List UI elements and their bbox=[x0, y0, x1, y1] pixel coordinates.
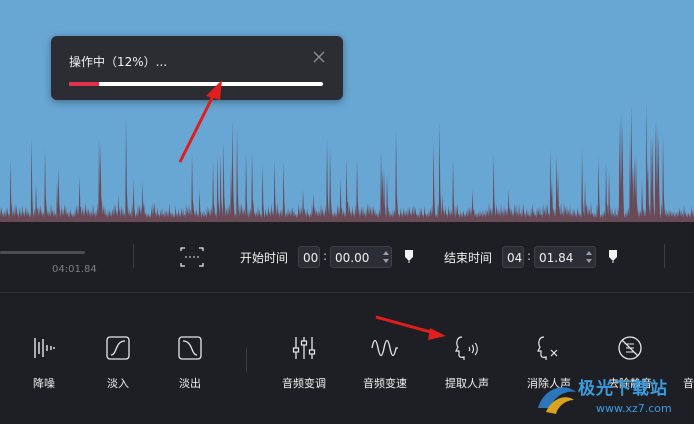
tool-label: 淡出 bbox=[179, 377, 201, 390]
separator bbox=[664, 244, 665, 268]
waveform-area[interactable] bbox=[0, 0, 694, 222]
seek-track[interactable] bbox=[0, 251, 85, 254]
watermark-url: www.xz7.com bbox=[596, 402, 672, 415]
waveform bbox=[0, 101, 694, 222]
tool-fade-out[interactable]: 淡出 bbox=[150, 293, 230, 424]
progress-bar bbox=[69, 82, 323, 86]
speed-wave-icon bbox=[371, 339, 398, 357]
start-time-label: 开始时间 bbox=[240, 251, 289, 265]
remove-voice-icon bbox=[537, 336, 558, 360]
remove-silence-icon bbox=[618, 336, 642, 360]
start-stepper-icon[interactable] bbox=[382, 248, 390, 266]
separator bbox=[246, 348, 247, 372]
waveform-peaks bbox=[0, 101, 694, 222]
tool-label: 淡入 bbox=[107, 377, 129, 390]
timeline-bar: 04:01.84 开始时间 00 : 00.00 结束时间 04 : 01.84 bbox=[0, 222, 694, 293]
tool-denoise[interactable]: 降噪 bbox=[4, 293, 84, 424]
watermark-text: 极光下载站 bbox=[578, 379, 668, 399]
end-minute-input[interactable]: 04 bbox=[502, 246, 524, 268]
progress-dialog: 操作中（12%）... bbox=[51, 36, 343, 100]
selection-range-icon[interactable] bbox=[180, 247, 204, 267]
tool-label: 提取人声 bbox=[445, 377, 489, 390]
tool-extract-voice[interactable]: 提取人声 bbox=[427, 293, 507, 424]
tool-label: 音频变速 bbox=[363, 377, 407, 390]
extract-voice-icon bbox=[455, 336, 478, 360]
end-time-label: 结束时间 bbox=[444, 251, 493, 265]
progress-fill bbox=[69, 82, 100, 86]
pitch-sliders-icon bbox=[292, 337, 316, 359]
tool-pitch[interactable]: 音频变调 bbox=[264, 293, 344, 424]
separator bbox=[133, 244, 134, 268]
progress-title: 操作中（12%）... bbox=[69, 55, 168, 69]
end-marker-icon[interactable] bbox=[608, 249, 618, 263]
tool-fade-in[interactable]: 淡入 bbox=[78, 293, 158, 424]
fade-in-icon bbox=[106, 336, 130, 360]
close-icon[interactable] bbox=[312, 50, 326, 64]
start-marker-icon[interactable] bbox=[404, 249, 414, 263]
tool-label: 降噪 bbox=[33, 377, 55, 390]
tool-label: 音频变调 bbox=[282, 377, 326, 390]
end-stepper-icon[interactable] bbox=[585, 248, 593, 266]
denoise-icon bbox=[34, 338, 55, 358]
start-minute-input[interactable]: 00 bbox=[298, 246, 320, 268]
tool-speed[interactable]: 音频变速 bbox=[345, 293, 425, 424]
fade-out-icon bbox=[178, 336, 202, 360]
duration-text: 04:01.84 bbox=[52, 264, 97, 275]
